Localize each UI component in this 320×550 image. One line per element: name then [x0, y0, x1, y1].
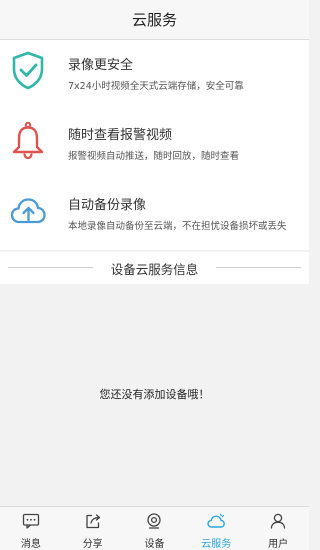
tab-cloud-service[interactable]: 云服务 — [185, 507, 247, 550]
share-icon — [86, 514, 100, 529]
tab-messages[interactable]: 消息 — [0, 507, 62, 550]
tab-share[interactable]: 分享 — [62, 507, 124, 550]
bell-icon — [12, 121, 44, 160]
app-header: 云服务 — [0, 0, 309, 40]
bottom-tab-bar: 消息 分享 设备 云服务 用户 — [0, 506, 309, 550]
divider-line — [216, 267, 301, 268]
feature-title: 随时查看报警视频 — [68, 128, 173, 143]
tab-label: 设备 — [144, 539, 165, 550]
feature-description: 本地录像自动备份至云端，不在担忧设备损坏或丢失 — [68, 221, 287, 232]
feature-description: 7x24小时视频全天式云端存储，安全可靠 — [68, 81, 244, 92]
feature-title: 录像更安全 — [68, 58, 134, 73]
tab-label: 消息 — [20, 539, 41, 550]
tab-label: 云服务 — [201, 539, 232, 550]
feature-alarm-video: 随时查看报警视频 报警视频自动推送，随时回放，随时查看 — [0, 110, 309, 180]
section-header: 设备云服务信息 — [0, 252, 309, 284]
empty-state-message: 您还没有添加设备哦！ — [99, 388, 210, 401]
feature-list: 录像更安全 7x24小时视频全天式云端存储，安全可靠 随时查看报警视频 报警视频… — [0, 40, 309, 250]
shield-check-icon — [12, 51, 44, 90]
tab-devices[interactable]: 设备 — [124, 507, 186, 550]
tab-label: 分享 — [82, 539, 103, 550]
page-title: 云服务 — [131, 11, 177, 29]
section-title: 设备云服务信息 — [110, 262, 199, 277]
tab-label: 用户 — [268, 539, 289, 550]
user-icon — [270, 513, 286, 529]
tab-user[interactable]: 用户 — [247, 507, 309, 550]
feature-secure-recording: 录像更安全 7x24小时视频全天式云端存储，安全可靠 — [0, 40, 309, 110]
device-icon — [147, 513, 162, 529]
cloud-upload-icon — [10, 198, 46, 224]
feature-title: 自动备份录像 — [68, 198, 147, 213]
message-icon — [22, 513, 40, 529]
feature-description: 报警视频自动推送，随时回放，随时查看 — [68, 151, 240, 162]
feature-auto-backup: 自动备份录像 本地录像自动备份至云端，不在担忧设备损坏或丢失 — [0, 180, 309, 250]
device-cloud-info-panel: 您还没有添加设备哦！ — [0, 284, 309, 506]
cloud-icon — [207, 513, 226, 528]
